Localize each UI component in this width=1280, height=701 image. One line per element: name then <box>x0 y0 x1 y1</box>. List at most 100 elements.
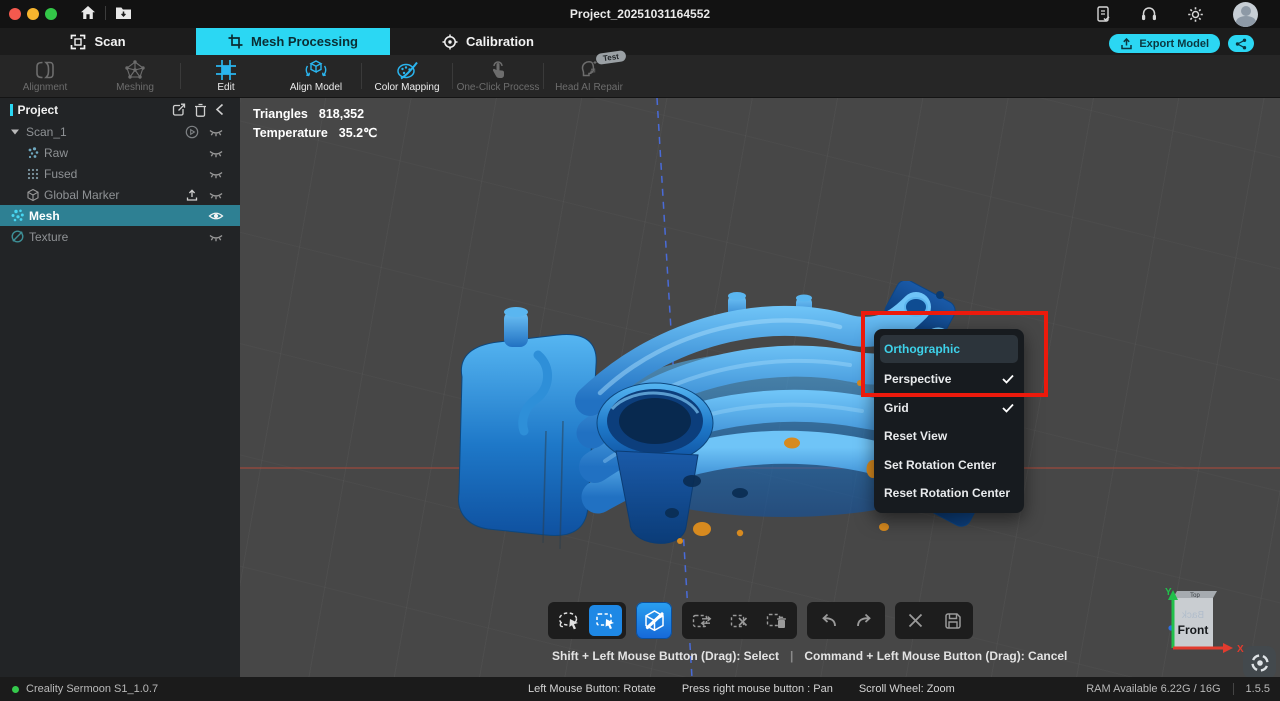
triangles-value: 818,352 <box>319 105 364 124</box>
select-through-button[interactable] <box>636 602 672 639</box>
open-folder-icon[interactable] <box>115 5 132 20</box>
ribbon-one-click-process[interactable]: One-Click Process <box>453 55 543 97</box>
tree-node-mesh[interactable]: Mesh <box>0 205 240 226</box>
check-icon <box>1002 403 1014 413</box>
window-title: Project_20251031164552 <box>0 0 1280 28</box>
project-panel: Project Scan_1 <box>0 97 240 678</box>
lasso-select-button[interactable] <box>552 605 585 636</box>
edit-icon <box>215 60 237 80</box>
upload-icon[interactable] <box>185 188 199 202</box>
tab-mesh-processing[interactable]: Mesh Processing <box>196 28 390 55</box>
menu-item-grid[interactable]: Grid <box>874 394 1024 423</box>
user-avatar[interactable] <box>1233 2 1258 27</box>
ribbon-align-model[interactable]: Align Model <box>271 55 361 97</box>
view-center-button[interactable] <box>1243 646 1276 678</box>
tab-mesh-processing-label: Mesh Processing <box>251 34 358 49</box>
share-button[interactable] <box>1228 35 1254 52</box>
visibility-on-icon[interactable] <box>208 210 224 222</box>
alignment-icon <box>34 60 56 80</box>
tree-node-scan1-label: Scan_1 <box>26 125 67 139</box>
rectangle-select-button[interactable] <box>589 605 622 636</box>
tree-node-scan1[interactable]: Scan_1 <box>0 121 240 142</box>
delete-project-icon[interactable] <box>194 103 207 117</box>
ribbon-color-mapping[interactable]: Color Mapping <box>362 55 452 97</box>
view-gizmo[interactable]: Top Back Front Y X <box>1141 586 1251 666</box>
tree-node-texture-label: Texture <box>29 230 68 244</box>
export-model-button[interactable]: Export Model <box>1109 34 1220 53</box>
firmware-doc-icon[interactable] <box>1096 6 1111 23</box>
home-icon[interactable] <box>80 5 96 20</box>
status-rotate-hint: Left Mouse Button: Rotate <box>528 683 656 695</box>
temperature-value: 35.2℃ <box>339 124 377 143</box>
titlebar: Project_20251031164552 <box>0 0 1280 28</box>
view-center-icon <box>1250 653 1270 673</box>
triangles-label: Triangles <box>253 105 308 124</box>
delete-selection-button[interactable] <box>760 605 793 636</box>
menu-item-reset-rotation-center-label: Reset Rotation Center <box>884 486 1010 500</box>
ribbon-meshing[interactable]: Meshing <box>90 55 180 97</box>
save-edit-button[interactable] <box>936 605 969 636</box>
viewport-hint: Shift + Left Mouse Button (Drag): Select… <box>552 649 1067 663</box>
cancel-edit-button[interactable] <box>899 605 932 636</box>
tree-node-raw[interactable]: Raw <box>0 142 240 163</box>
support-headset-icon[interactable] <box>1140 6 1158 22</box>
gizmo-front-label: Front <box>1178 623 1209 637</box>
tree-node-global-marker[interactable]: Global Marker <box>0 184 240 205</box>
ribbon-one-click-process-label: One-Click Process <box>457 82 540 93</box>
status-separator <box>1233 683 1234 695</box>
device-connected-dot <box>12 686 19 693</box>
calibration-icon <box>442 34 458 50</box>
minimize-window-button[interactable] <box>27 8 39 20</box>
menu-item-reset-view[interactable]: Reset View <box>874 422 1024 451</box>
gizmo-y-label: Y <box>1165 587 1172 598</box>
tree-node-fused[interactable]: Fused <box>0 163 240 184</box>
hint-cancel: Command + Left Mouse Button (Drag): Canc… <box>804 649 1067 663</box>
one-click-process-icon <box>489 60 507 80</box>
ribbon-edit-label: Edit <box>217 82 234 93</box>
caret-down-icon[interactable] <box>10 128 20 136</box>
viewport-3d[interactable]: Triangles818,352 Temperature35.2℃ <box>240 97 1280 678</box>
statusbar: Creality Sermoon S1_1.0.7 Left Mouse But… <box>0 677 1280 701</box>
visibility-off-icon[interactable] <box>208 168 224 180</box>
collapse-panel-icon[interactable] <box>215 103 224 116</box>
invert-selection-button[interactable] <box>686 605 719 636</box>
gizmo-back-label: Back <box>1181 610 1204 621</box>
tab-calibration-label: Calibration <box>466 34 534 49</box>
selection-toolbar <box>548 602 973 639</box>
visibility-off-icon[interactable] <box>208 189 224 201</box>
tree-node-global-marker-label: Global Marker <box>44 188 119 202</box>
menu-item-grid-label: Grid <box>884 401 909 415</box>
project-panel-title: Project <box>18 103 59 117</box>
ribbon-meshing-label: Meshing <box>116 82 154 93</box>
tab-scan[interactable]: Scan <box>0 28 196 55</box>
app-version: 1.5.5 <box>1246 683 1270 695</box>
visibility-off-icon[interactable] <box>208 231 224 243</box>
deselect-button[interactable] <box>723 605 756 636</box>
settings-gear-icon[interactable] <box>1187 6 1204 23</box>
svg-text:AI: AI <box>590 68 596 74</box>
menu-item-set-rotation-center-label: Set Rotation Center <box>884 458 996 472</box>
menu-item-reset-view-label: Reset View <box>884 429 947 443</box>
titlebar-separator <box>105 6 106 20</box>
menu-item-set-rotation-center[interactable]: Set Rotation Center <box>874 451 1024 480</box>
menu-item-reset-rotation-center[interactable]: Reset Rotation Center <box>874 479 1024 508</box>
tab-calibration[interactable]: Calibration <box>390 28 586 55</box>
window-controls <box>9 8 57 20</box>
tree-node-texture[interactable]: Texture <box>0 226 240 247</box>
ram-available: RAM Available 6.22G / 16G <box>1086 683 1220 695</box>
ribbon-alignment[interactable]: Alignment <box>0 55 90 97</box>
visibility-off-icon[interactable] <box>208 126 224 138</box>
redo-button[interactable] <box>848 605 881 636</box>
mesh-icon <box>10 208 25 223</box>
meshing-icon <box>124 60 146 80</box>
ribbon-head-ai-repair[interactable]: Test AI Head AI Repair <box>544 55 634 97</box>
mesh-processing-icon <box>228 34 243 49</box>
ribbon-edit[interactable]: Edit <box>181 55 271 97</box>
fused-data-icon <box>26 167 40 181</box>
export-project-icon[interactable] <box>172 103 186 117</box>
visibility-off-icon[interactable] <box>208 147 224 159</box>
play-circle-icon[interactable] <box>185 125 199 139</box>
zoom-window-button[interactable] <box>45 8 57 20</box>
undo-button[interactable] <box>811 605 844 636</box>
close-window-button[interactable] <box>9 8 21 20</box>
